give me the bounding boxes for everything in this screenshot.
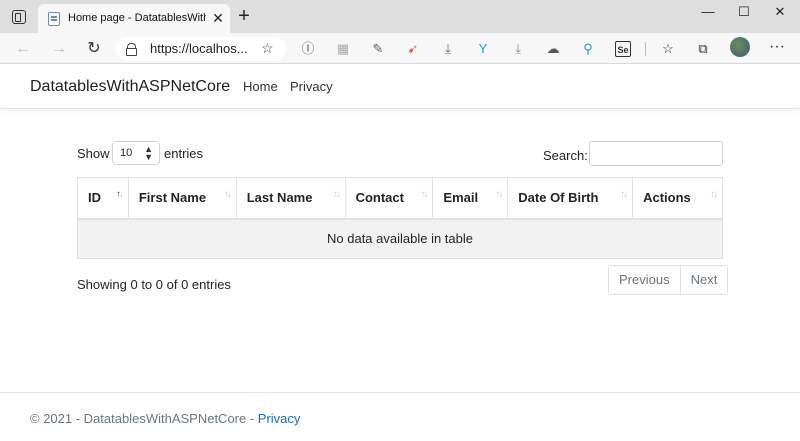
pagination: Previous Next bbox=[608, 265, 729, 295]
nav-link-home[interactable]: Home bbox=[243, 79, 278, 94]
page-length-value: 10 bbox=[120, 147, 133, 159]
column-header-id[interactable]: ID ↑↓ bbox=[77, 177, 129, 220]
cloud-icon[interactable]: ☁ bbox=[545, 41, 561, 57]
sort-icon: ↑↓ bbox=[710, 189, 718, 200]
browser-tab-active[interactable]: Home page - DatatablesWithASP ✕ bbox=[38, 4, 230, 33]
sort-icon: ↑↓ bbox=[495, 189, 503, 200]
close-window-button[interactable]: ✕ bbox=[768, 3, 792, 21]
address-bar[interactable]: https://localhos... ☆ bbox=[116, 37, 286, 61]
column-header-actions[interactable]: Actions ↑↓ bbox=[632, 177, 723, 220]
sort-icon: ↑↓ bbox=[223, 189, 232, 200]
sort-icon: ↑↓ bbox=[420, 189, 428, 200]
magnifier-icon[interactable]: ⚲ bbox=[580, 41, 596, 57]
pen-icon[interactable]: ✎ bbox=[370, 41, 386, 57]
next-page-button[interactable]: Next bbox=[679, 266, 728, 294]
profile-avatar[interactable] bbox=[730, 37, 750, 57]
table-header-row: ID ↑↓ First Name ↑↓ Last Name ↑↓ Contact ↑↓ … bbox=[77, 177, 723, 220]
fork-icon[interactable]: Y bbox=[475, 41, 491, 57]
split-icon[interactable]: ▦ bbox=[335, 41, 351, 57]
table-info: Showing 0 to 0 of 0 entries bbox=[77, 277, 231, 292]
empty-table-message: No data available in table bbox=[77, 218, 723, 259]
column-header-email[interactable]: Email ↑↓ bbox=[432, 177, 509, 220]
reader-icon[interactable]: Ⓘ bbox=[300, 41, 316, 57]
previous-page-button[interactable]: Previous bbox=[609, 266, 680, 294]
tab-title: Home page - DatatablesWithASP bbox=[68, 12, 206, 24]
footer-text: © 2021 - DatatablesWithASPNetCore - Priv… bbox=[30, 411, 300, 426]
column-header-contact[interactable]: Contact ↑↓ bbox=[344, 177, 434, 220]
back-button[interactable]: ← bbox=[13, 39, 33, 59]
column-header-date-of-birth[interactable]: Date Of Birth ↑↓ bbox=[507, 177, 634, 220]
refresh-button[interactable]: ↻ bbox=[84, 39, 104, 59]
sort-icon: ↑↓ bbox=[332, 189, 341, 200]
url-text[interactable]: https://localhos... bbox=[150, 41, 248, 56]
footer-copyright: © 2021 - DatatablesWithASPNetCore - bbox=[30, 411, 258, 426]
column-header-last-name[interactable]: Last Name ↑↓ bbox=[235, 177, 346, 220]
nav-link-privacy[interactable]: Privacy bbox=[290, 79, 333, 94]
forward-button[interactable]: → bbox=[49, 39, 69, 59]
swift-icon[interactable]: ➹ bbox=[405, 41, 421, 57]
table-row-empty: No data available in table bbox=[77, 218, 723, 259]
entries-label: entries bbox=[164, 146, 204, 161]
sort-asc-icon: ↑↓ bbox=[115, 189, 124, 200]
footer-privacy-link[interactable]: Privacy bbox=[258, 411, 301, 426]
browser-tabstrip: Home page - DatatablesWithASP ✕ + — ☐ ✕ bbox=[0, 0, 800, 33]
maximize-button[interactable]: ☐ bbox=[732, 3, 756, 21]
collections-icon[interactable]: ⧉ bbox=[695, 41, 711, 57]
data-table: ID ↑↓ First Name ↑↓ Last Name ↑↓ Contact ↑↓ … bbox=[77, 177, 723, 259]
navbar-brand[interactable]: DatatablesWithASPNetCore bbox=[30, 78, 230, 96]
more-menu-icon[interactable]: ··· bbox=[768, 39, 786, 57]
app-navbar: DatatablesWithASPNetCore Home Privacy bbox=[0, 65, 800, 109]
toolbar-divider bbox=[645, 42, 646, 56]
browser-toolbar: ← → ↻ https://localhos... ☆ Ⓘ ▦ ✎ ➹ ⤓ Y ⤓ ☁ ⚲ Se ☆… bbox=[0, 33, 800, 64]
download-alt-icon[interactable]: ⤓ bbox=[510, 41, 526, 57]
selenium-icon[interactable]: Se bbox=[615, 41, 631, 57]
new-tab-button[interactable]: + bbox=[234, 6, 254, 26]
favorites-icon[interactable]: ☆ bbox=[660, 41, 676, 57]
page-footer: © 2021 - DatatablesWithASPNetCore - Priv… bbox=[0, 392, 800, 441]
lock-icon[interactable] bbox=[126, 43, 137, 56]
column-header-first-name[interactable]: First Name ↑↓ bbox=[127, 177, 237, 220]
page-length-select[interactable]: 10 ▲ ▼ bbox=[112, 141, 160, 165]
download-icon[interactable]: ⤓ bbox=[440, 41, 456, 57]
page-favicon-icon bbox=[48, 12, 60, 26]
select-caret-icon: ▲ ▼ bbox=[144, 144, 153, 162]
window-menu-icon[interactable] bbox=[12, 10, 26, 24]
show-label: Show bbox=[77, 146, 110, 161]
search-input[interactable] bbox=[589, 141, 723, 166]
add-favorite-icon[interactable]: ☆ bbox=[261, 40, 274, 57]
tab-close-icon[interactable]: ✕ bbox=[210, 10, 226, 26]
search-label: Search: bbox=[543, 148, 588, 163]
sort-icon: ↑↓ bbox=[620, 189, 628, 200]
minimize-button[interactable]: — bbox=[696, 3, 720, 21]
